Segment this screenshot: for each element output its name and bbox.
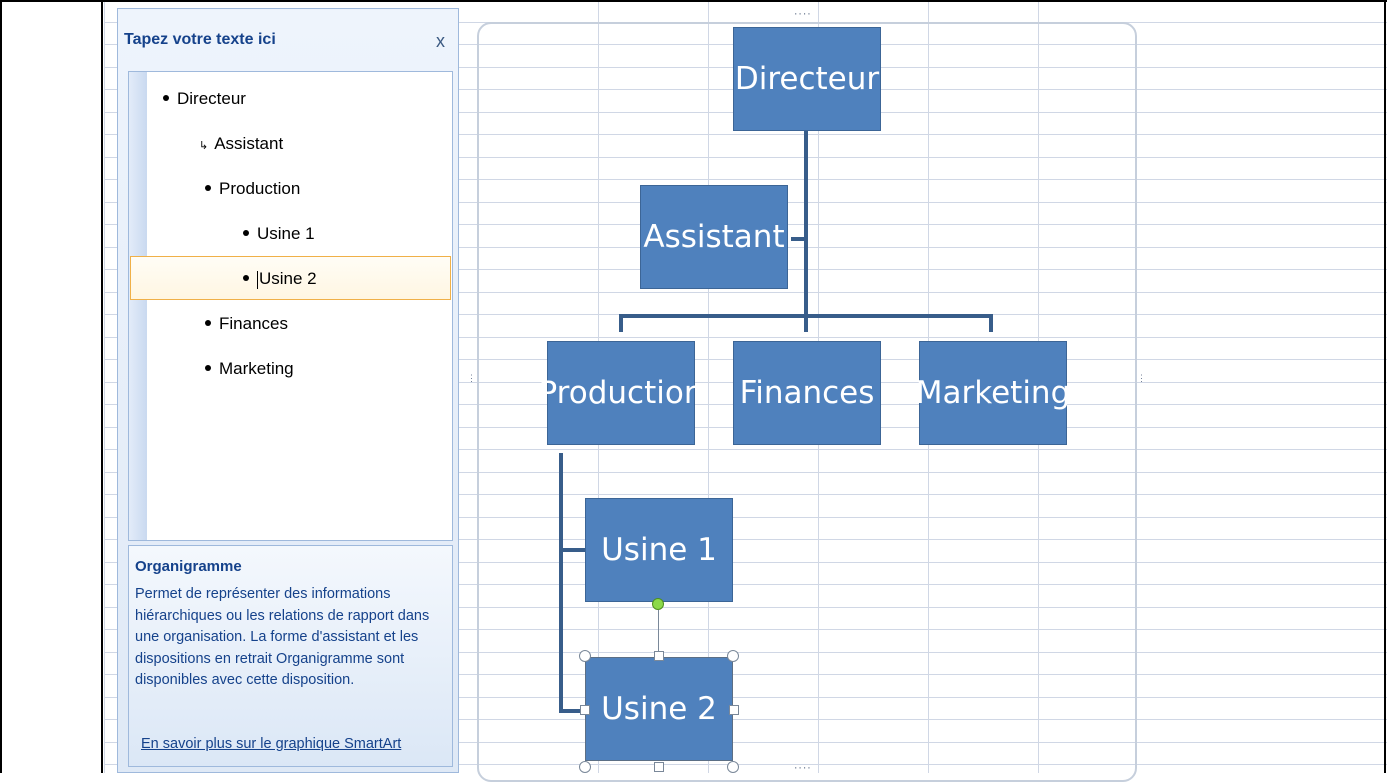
text-caret: [257, 270, 258, 289]
list-item-usine2[interactable]: Usine 2: [243, 269, 317, 289]
rotation-handle-stem: [658, 610, 659, 654]
resize-handle-left[interactable]: [580, 705, 590, 715]
org-box-finances[interactable]: Finances: [733, 341, 881, 445]
assistant-arrow-icon: ↳: [199, 140, 209, 152]
connector-usine1: [559, 548, 585, 552]
description-text: Permet de représenter des informations h…: [135, 586, 430, 688]
resize-handle-top-right[interactable]: [727, 650, 739, 662]
page-border-right: [1384, 0, 1386, 773]
org-box-marketing[interactable]: Marketing: [916, 341, 1070, 445]
bullet-icon: [243, 229, 249, 236]
resize-handle-bottom[interactable]: [654, 762, 664, 772]
org-box-directeur[interactable]: Directeur: [733, 27, 881, 131]
close-icon[interactable]: x: [436, 31, 445, 52]
connector-finances: [804, 314, 808, 332]
rotation-handle[interactable]: [652, 598, 664, 610]
bullet-icon: [205, 319, 211, 326]
org-box-usine2[interactable]: Usine 2: [585, 657, 733, 761]
text-pane-title: Tapez votre texte ici: [124, 31, 276, 48]
page-border-left: [0, 0, 2, 773]
list-item-directeur[interactable]: Directeur: [163, 89, 246, 109]
frame-handle-left[interactable]: ⋮: [467, 374, 476, 384]
description-title: Organigramme: [135, 558, 242, 575]
list-item-assistant[interactable]: ↳ Assistant: [199, 134, 283, 154]
smartart-canvas[interactable]: ···· ···· ⋮ ⋮ Directeur Assistant Produc…: [467, 10, 1147, 782]
list-item-usine1[interactable]: Usine 1: [243, 224, 315, 244]
list-margin-strip: [129, 72, 147, 540]
layout-description: Organigramme Permet de représenter des i…: [128, 545, 453, 767]
list-item-finances[interactable]: Finances: [205, 314, 288, 334]
org-box-usine1[interactable]: Usine 1: [585, 498, 733, 602]
resize-handle-top[interactable]: [654, 651, 664, 661]
resize-handle-bottom-right[interactable]: [727, 761, 739, 773]
page-border-divider: [101, 0, 103, 773]
bullet-icon: [205, 364, 211, 371]
bullet-icon: [205, 184, 211, 191]
connector-directeur-down: [804, 129, 808, 332]
connector-marketing: [989, 314, 993, 332]
connector-production-down: [559, 453, 563, 713]
bullet-icon: [243, 274, 249, 281]
resize-handle-top-left[interactable]: [579, 650, 591, 662]
frame-handle-top[interactable]: ····: [793, 10, 812, 20]
smartart-help-link[interactable]: En savoir plus sur le graphique SmartArt: [141, 736, 401, 752]
bullet-icon: [163, 94, 169, 101]
page-border-top: [0, 0, 1387, 2]
org-box-production[interactable]: Production: [539, 341, 703, 445]
org-box-assistant[interactable]: Assistant: [640, 185, 788, 289]
list-item-marketing[interactable]: Marketing: [205, 359, 294, 379]
text-pane: Tapez votre texte ici x Directeur ↳ Assis…: [117, 8, 459, 773]
resize-handle-right[interactable]: [729, 705, 739, 715]
connector-production: [619, 314, 623, 332]
connector-assistant: [791, 237, 807, 241]
resize-handle-bottom-left[interactable]: [579, 761, 591, 773]
frame-handle-right[interactable]: ⋮: [1137, 374, 1146, 384]
list-item-production[interactable]: Production: [205, 179, 300, 199]
text-pane-list[interactable]: Directeur ↳ Assistant Production Usine 1 …: [128, 71, 453, 541]
